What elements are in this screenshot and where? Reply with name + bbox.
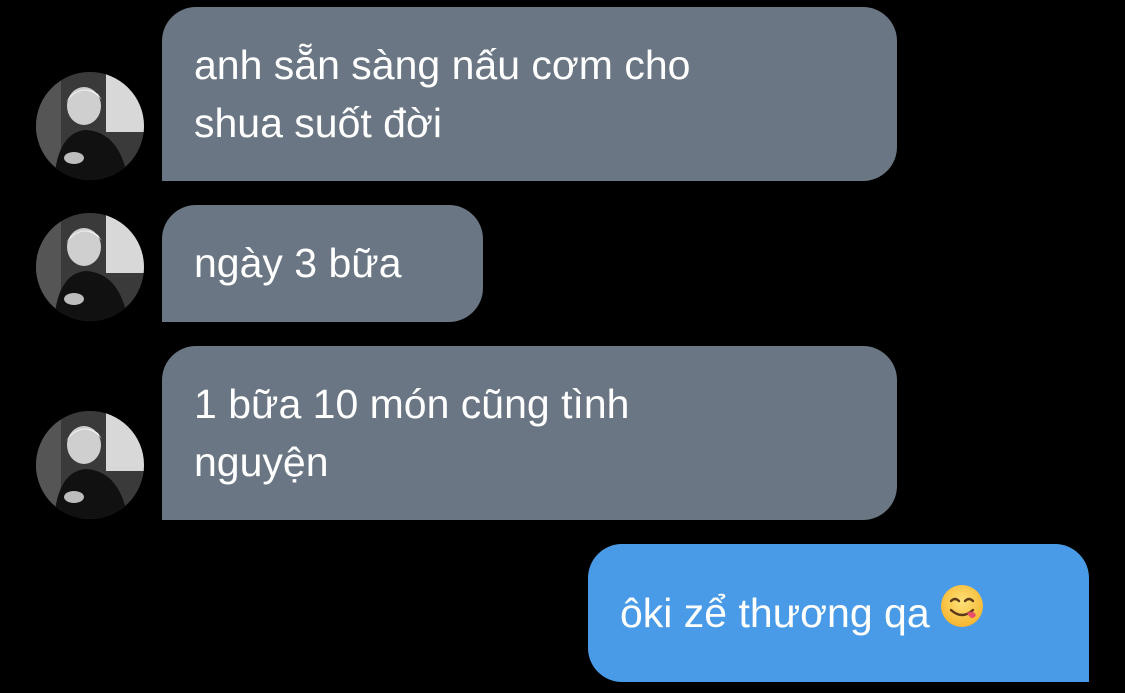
avatar-photo-icon bbox=[36, 411, 144, 519]
message-text-line: ôki zể thương qa bbox=[620, 590, 930, 636]
message-text-line: anh sẵn sàng nấu cơm cho bbox=[194, 42, 691, 88]
message-text-line: nguyện bbox=[194, 439, 329, 485]
contact-avatar[interactable] bbox=[36, 72, 144, 180]
message-bubble-incoming[interactable]: 1 bữa 10 món cũng tình nguyện bbox=[162, 346, 897, 520]
contact-avatar[interactable] bbox=[36, 213, 144, 321]
face-savoring-food-emoji-icon bbox=[940, 584, 984, 643]
contact-avatar[interactable] bbox=[36, 411, 144, 519]
message-bubble-incoming[interactable]: anh sẵn sàng nấu cơm cho shua suốt đời bbox=[162, 7, 897, 181]
message-text-line: 1 bữa 10 món cũng tình bbox=[194, 381, 630, 427]
chat-thread: anh sẵn sàng nấu cơm cho shua suốt đời n… bbox=[0, 0, 1125, 693]
message-bubble-outgoing[interactable]: ôki zể thương qa bbox=[588, 544, 1089, 682]
avatar-photo-icon bbox=[36, 72, 144, 180]
message-bubble-incoming[interactable]: ngày 3 bữa bbox=[162, 205, 483, 322]
message-text-line: ngày 3 bữa bbox=[194, 240, 402, 286]
message-text-line: shua suốt đời bbox=[194, 100, 442, 146]
avatar-photo-icon bbox=[36, 213, 144, 321]
